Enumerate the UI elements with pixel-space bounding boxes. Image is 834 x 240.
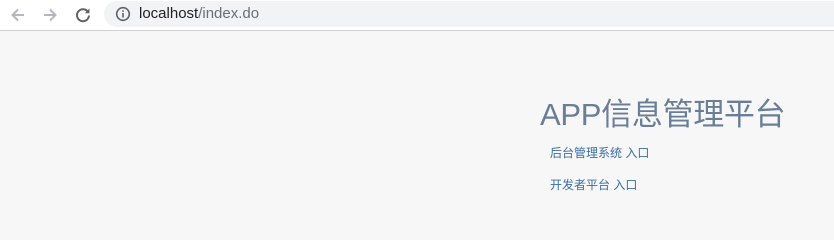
arrow-left-icon: [9, 6, 27, 24]
page-title: APP信息管理平台: [540, 97, 786, 132]
browser-toolbar: localhost/index.do: [0, 0, 834, 31]
page-content: APP信息管理平台 后台管理系统 入口 开发者平台 入口: [0, 31, 834, 229]
forward-button[interactable]: [37, 2, 63, 28]
url-text[interactable]: localhost/index.do: [139, 4, 259, 24]
reload-button[interactable]: [70, 2, 96, 28]
reload-icon: [74, 6, 92, 24]
backend-admin-entry-link[interactable]: 后台管理系统 入口: [550, 145, 649, 161]
address-bar[interactable]: localhost/index.do: [104, 1, 834, 27]
back-button[interactable]: [5, 2, 31, 28]
url-path: /index.do: [198, 5, 260, 22]
developer-platform-entry-link[interactable]: 开发者平台 入口: [550, 177, 637, 193]
arrow-right-icon: [41, 6, 59, 24]
info-icon[interactable]: [114, 5, 132, 23]
url-host: localhost: [139, 5, 199, 22]
